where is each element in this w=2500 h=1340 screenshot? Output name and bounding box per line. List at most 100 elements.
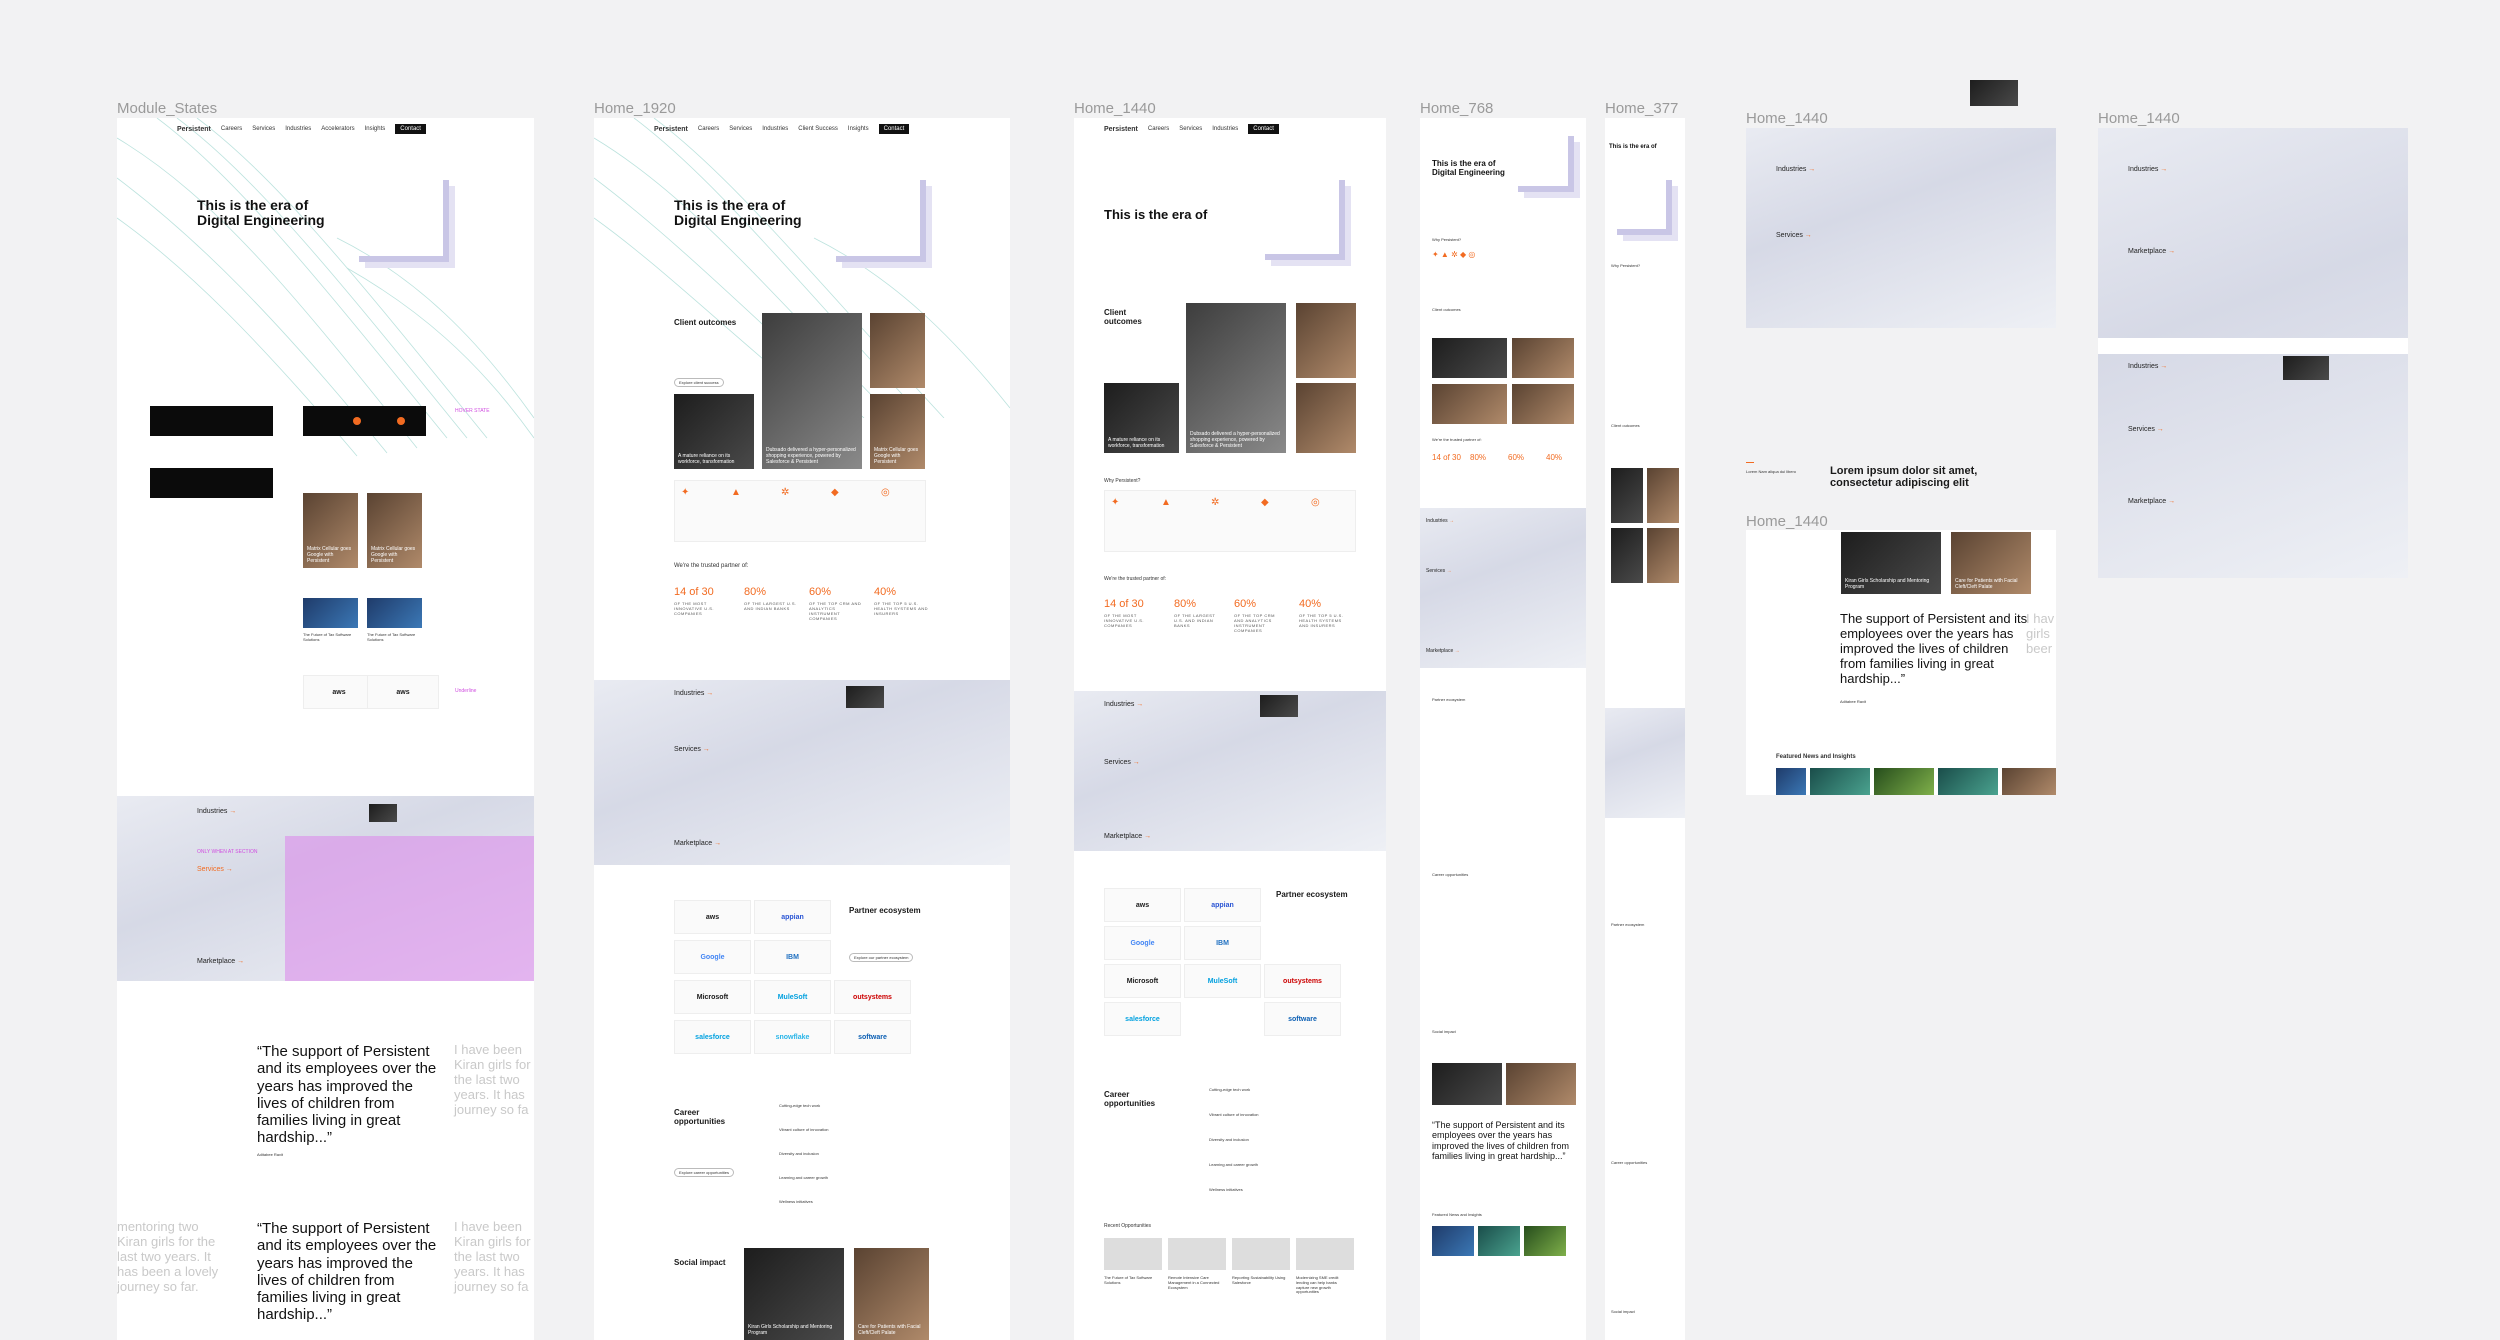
partner-appian-1440[interactable]: appian	[1184, 888, 1261, 922]
menu-services-b[interactable]: Services	[1776, 232, 1812, 239]
opportunity-card-4[interactable]	[1296, 1238, 1354, 1270]
partner-ibm-1440[interactable]: IBM	[1184, 926, 1261, 960]
contact-button-1920[interactable]: Contact	[878, 124, 910, 134]
partner-aws-1440[interactable]: aws	[1104, 888, 1181, 922]
hero-feature-card[interactable]: Persistent Achieves a Significant Milest…	[353, 174, 443, 256]
career-item-2[interactable]: Vibrant culture of innovation	[779, 1127, 829, 1133]
client-photo-377-1[interactable]	[1611, 468, 1643, 523]
nav-logo-1920[interactable]: Persistent	[654, 126, 688, 133]
opportunity-title-2[interactable]: Remote Intensive Care Management in a Co…	[1168, 1275, 1223, 1290]
partner-logo-microsoft[interactable]: Microsoft	[674, 980, 751, 1014]
state-card-photo-2[interactable]: Matrix Cellular goes Google with Persist…	[367, 493, 422, 568]
social-photo-1[interactable]: Kiran Girls Scholarship and Mentoring Pr…	[744, 1248, 844, 1340]
menu-industries-1440[interactable]: Industries	[1104, 701, 1143, 708]
nav-logo[interactable]: Persistent	[177, 126, 211, 133]
social-photo-768-1[interactable]	[1432, 1063, 1502, 1105]
opportunity-card-3[interactable]	[1232, 1238, 1290, 1270]
partner-logo-ibm[interactable]: IBM	[754, 940, 831, 974]
menu-marketplace-c[interactable]: Marketplace	[2128, 248, 2175, 255]
client-photo-laptop-1440[interactable]: Dubsado delivered a hyper-personalized s…	[1186, 303, 1286, 453]
client-photo-768-3[interactable]	[1432, 384, 1507, 424]
hero-card-768[interactable]	[1512, 130, 1568, 186]
client-photo-woman-1440[interactable]: A mature reliance on its workforce, tran…	[1104, 383, 1179, 453]
partner-logo-software[interactable]: software	[834, 1020, 911, 1054]
nav-item-industries[interactable]: Industries	[285, 126, 311, 132]
client-photo-woman[interactable]: A mature reliance on its workforce, tran…	[674, 394, 754, 469]
nav-services-1440[interactable]: Services	[1179, 126, 1202, 132]
client-photo-laptop[interactable]: Dubsado delivered a hyper-personalized s…	[762, 313, 862, 469]
menu-industries-c[interactable]: Industries	[2128, 166, 2167, 173]
nav-industries-1920[interactable]: Industries	[762, 126, 788, 132]
career-1440-4[interactable]: Learning and career growth	[1209, 1162, 1258, 1168]
opportunity-title-3[interactable]: Reporting Sustainability Using Salesforc…	[1232, 1275, 1287, 1286]
menu-industries-1920[interactable]: Industries	[674, 690, 713, 697]
partner-logo-appian[interactable]: appian	[754, 900, 831, 934]
partner-software-1440[interactable]: software	[1264, 1002, 1341, 1036]
contact-button-1440[interactable]: Contact	[1248, 124, 1279, 134]
career-item-4[interactable]: Learning and career growth	[779, 1175, 828, 1181]
state-news-title-1[interactable]: The Future of Tax Software Solutions	[303, 632, 363, 643]
partner-button[interactable]: Explore our partner ecosystem	[849, 953, 914, 962]
nav-client-success-1920[interactable]: Client Success	[798, 126, 838, 132]
career-1440-2[interactable]: Vibrant culture of innovation	[1209, 1112, 1259, 1118]
nav-services-1920[interactable]: Services	[729, 126, 752, 132]
nav-logo-1440[interactable]: Persistent	[1104, 126, 1138, 133]
hero-card-377[interactable]	[1611, 174, 1666, 229]
nav-industries-1440[interactable]: Industries	[1212, 126, 1238, 132]
social-photo-768-2[interactable]	[1506, 1063, 1576, 1105]
news-thumb-768-2[interactable]	[1478, 1226, 1520, 1256]
partner-logo-outsystems[interactable]: outsystems	[834, 980, 911, 1014]
opportunity-title-4[interactable]: Modernizing SME credit lending can help …	[1296, 1275, 1351, 1295]
state-card-photo-1[interactable]: Matrix Cellular goes Google with Persist…	[303, 493, 358, 568]
menu-marketplace-1440[interactable]: Marketplace	[1104, 833, 1151, 840]
news-d-4[interactable]	[1938, 768, 1998, 795]
news-thumb-768-1[interactable]	[1432, 1226, 1474, 1256]
career-item-5[interactable]: Wellness initiatives	[779, 1199, 813, 1205]
menu-services-768[interactable]: Services	[1426, 568, 1452, 574]
client-photo-person-2[interactable]: Matrix Cellular goes Google with Persist…	[870, 394, 925, 469]
menu-marketplace[interactable]: Marketplace	[197, 958, 244, 965]
opportunity-card-2[interactable]	[1168, 1238, 1226, 1270]
career-button[interactable]: Explore career opportunities	[674, 1168, 735, 1177]
career-1440-3[interactable]: Diversity and inclusion	[1209, 1137, 1249, 1143]
menu-industries[interactable]: Industries	[197, 808, 236, 815]
nav-item-insights[interactable]: Insights	[365, 126, 386, 132]
client-outcomes-button[interactable]: Explore client success	[674, 378, 724, 387]
career-item-3[interactable]: Diversity and inclusion	[779, 1151, 819, 1157]
news-d-1[interactable]	[1776, 768, 1806, 795]
client-photo-377-4[interactable]	[1647, 528, 1679, 583]
hero-card-1920[interactable]: Persistent Achieves a Significant Milest…	[830, 174, 920, 256]
partner-logo-mulesoft[interactable]: MuleSoft	[754, 980, 831, 1014]
nav-item-accelerators[interactable]: Accelerators	[321, 126, 354, 132]
client-photo-person2-1440[interactable]	[1296, 383, 1356, 453]
news-d-3[interactable]	[1874, 768, 1934, 795]
nav-item-services[interactable]: Services	[252, 126, 275, 132]
social-photo-d-1[interactable]: Kiran Girls Scholarship and Mentoring Pr…	[1841, 532, 1941, 594]
opportunity-title-1[interactable]: The Future of Tax Software Solutions	[1104, 1275, 1159, 1286]
state-news-thumb-1[interactable]	[303, 598, 358, 628]
nav-insights-1920[interactable]: Insights	[848, 126, 869, 132]
partner-logo-aws[interactable]: aws	[674, 900, 751, 934]
career-1440-1[interactable]: Cutting-edge tech work	[1209, 1087, 1250, 1093]
menu-services-1920[interactable]: Services	[674, 746, 710, 753]
career-item-1[interactable]: Cutting-edge tech work	[779, 1103, 820, 1109]
hero-card-1440[interactable]: Persistent Achieves a Significant Milest…	[1259, 174, 1339, 254]
menu-industries-b[interactable]: Industries	[1776, 166, 1815, 173]
client-photo-768-2[interactable]	[1512, 338, 1574, 378]
partner-logo-google[interactable]: Google	[674, 940, 751, 974]
state-logo-aws-1[interactable]: aws	[303, 675, 375, 709]
client-photo-person[interactable]	[870, 313, 925, 388]
menu-marketplace-768[interactable]: Marketplace	[1426, 648, 1460, 654]
opportunity-card-1[interactable]	[1104, 1238, 1162, 1270]
menu-services-c2[interactable]: Services	[2128, 426, 2164, 433]
menu-services[interactable]: Services	[197, 866, 233, 873]
partner-microsoft-1440[interactable]: Microsoft	[1104, 964, 1181, 998]
client-photo-person-1440[interactable]	[1296, 303, 1356, 378]
partner-outsystems-1440[interactable]: outsystems	[1264, 964, 1341, 998]
state-block-2[interactable]	[303, 406, 426, 436]
news-thumb-768-3[interactable]	[1524, 1226, 1566, 1256]
partner-google-1440[interactable]: Google	[1104, 926, 1181, 960]
news-d-5[interactable]	[2002, 768, 2056, 795]
nav-item-careers[interactable]: Careers	[221, 126, 242, 132]
menu-marketplace-c2[interactable]: Marketplace	[2128, 498, 2175, 505]
